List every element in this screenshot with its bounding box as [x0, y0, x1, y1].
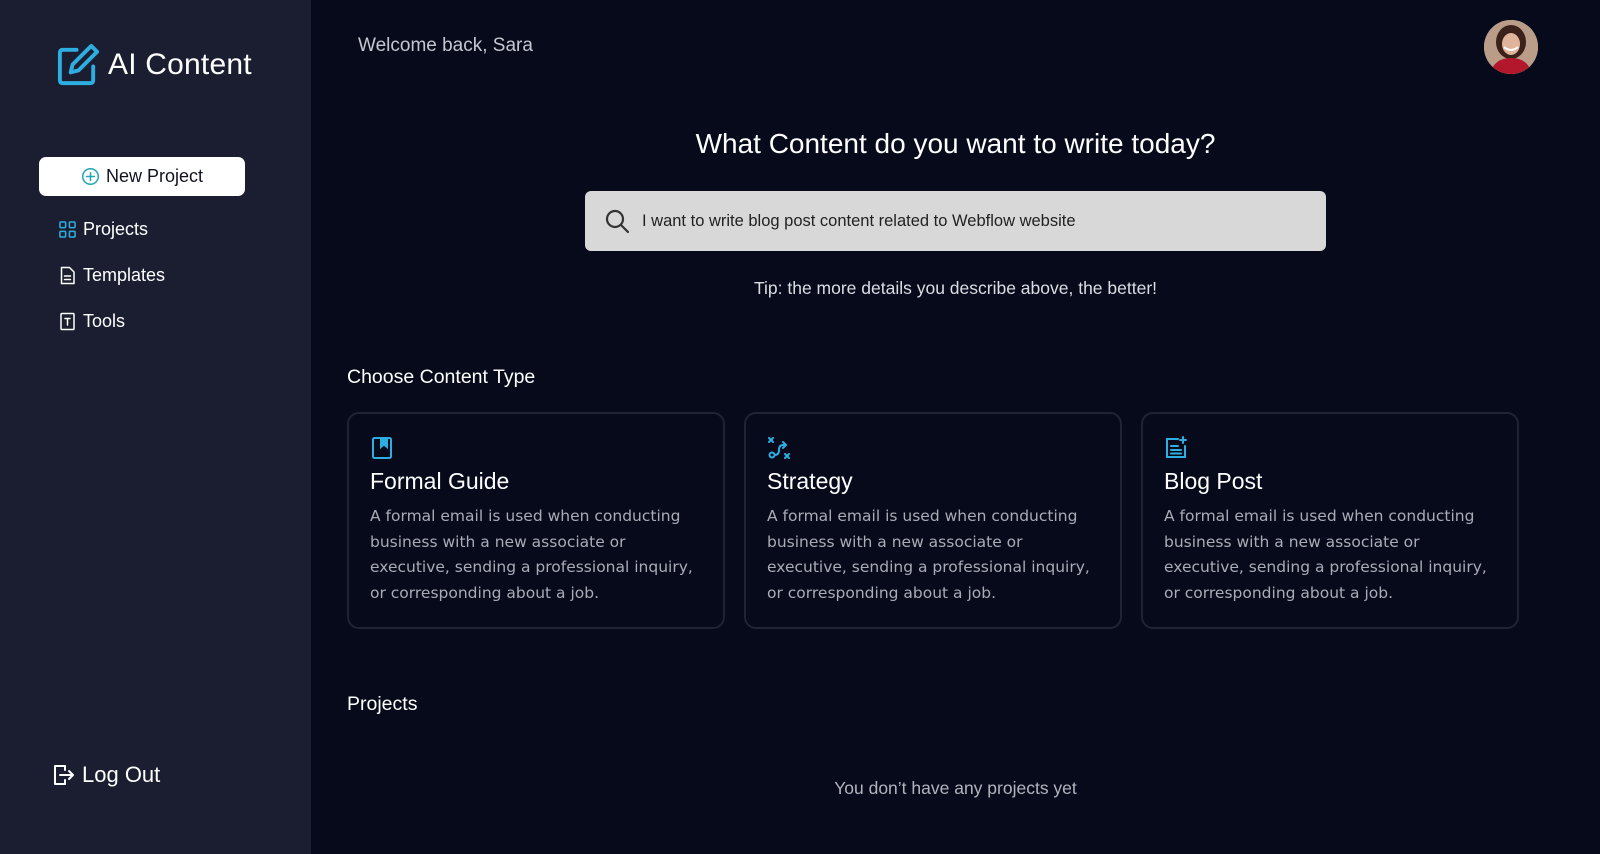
- card-description: A formal email is used when conducting b…: [370, 507, 693, 602]
- logout-button[interactable]: Log Out: [51, 762, 160, 788]
- projects-heading: Projects: [347, 693, 418, 715]
- content-type-heading: Choose Content Type: [347, 366, 536, 388]
- bookmark-icon: [372, 437, 392, 459]
- empty-projects-message: You don’t have any projects yet: [834, 778, 1077, 798]
- card-title: Blog Post: [1164, 468, 1263, 494]
- sidebar-item-templates[interactable]: Templates: [59, 265, 165, 286]
- edit-square-icon: [57, 43, 100, 86]
- new-project-button[interactable]: New Project: [39, 157, 245, 196]
- app-logo[interactable]: AI Content: [55, 41, 252, 88]
- sidebar-item-tools[interactable]: Tools: [59, 311, 125, 332]
- text-tool-icon: [60, 312, 75, 331]
- sidebar-item-label: Projects: [83, 219, 149, 239]
- sidebar-item-label: Templates: [83, 265, 166, 285]
- content-type-card-formal-guide[interactable]: Formal Guide A formal email is used when…: [347, 412, 725, 629]
- new-project-label: New Project: [105, 166, 204, 186]
- note-add-icon: [1166, 436, 1187, 458]
- content-type-card-strategy[interactable]: Strategy A formal email is used when con…: [744, 412, 1122, 629]
- avatar[interactable]: [1484, 20, 1538, 74]
- logout-icon: [54, 765, 74, 785]
- route-icon: [768, 437, 790, 459]
- search-bar: [585, 191, 1326, 251]
- user-photo-icon: [1484, 20, 1538, 74]
- grid-icon: [59, 221, 76, 238]
- search-icon: [605, 209, 630, 234]
- card-title: Strategy: [767, 468, 853, 494]
- welcome-message: Welcome back, Sara: [358, 35, 533, 56]
- logout-label: Log Out: [82, 762, 161, 787]
- search-input[interactable]: [642, 211, 1310, 231]
- document-icon: [60, 266, 75, 285]
- plus-circle-icon: [81, 167, 100, 186]
- app-name: AI Content: [108, 47, 252, 81]
- card-description: A formal email is used when conducting b…: [767, 507, 1090, 602]
- tip-text: Tip: the more details you describe above…: [753, 278, 1158, 298]
- sidebar: AI Content New Project Projects Template…: [0, 0, 311, 854]
- page-title: What Content do you want to write today?: [695, 128, 1216, 159]
- content-type-card-blog-post[interactable]: Blog Post A formal email is used when co…: [1141, 412, 1519, 629]
- sidebar-item-label: Tools: [83, 311, 126, 331]
- card-title: Formal Guide: [370, 468, 510, 494]
- card-description: A formal email is used when conducting b…: [1164, 507, 1487, 602]
- sidebar-item-projects[interactable]: Projects: [59, 219, 148, 240]
